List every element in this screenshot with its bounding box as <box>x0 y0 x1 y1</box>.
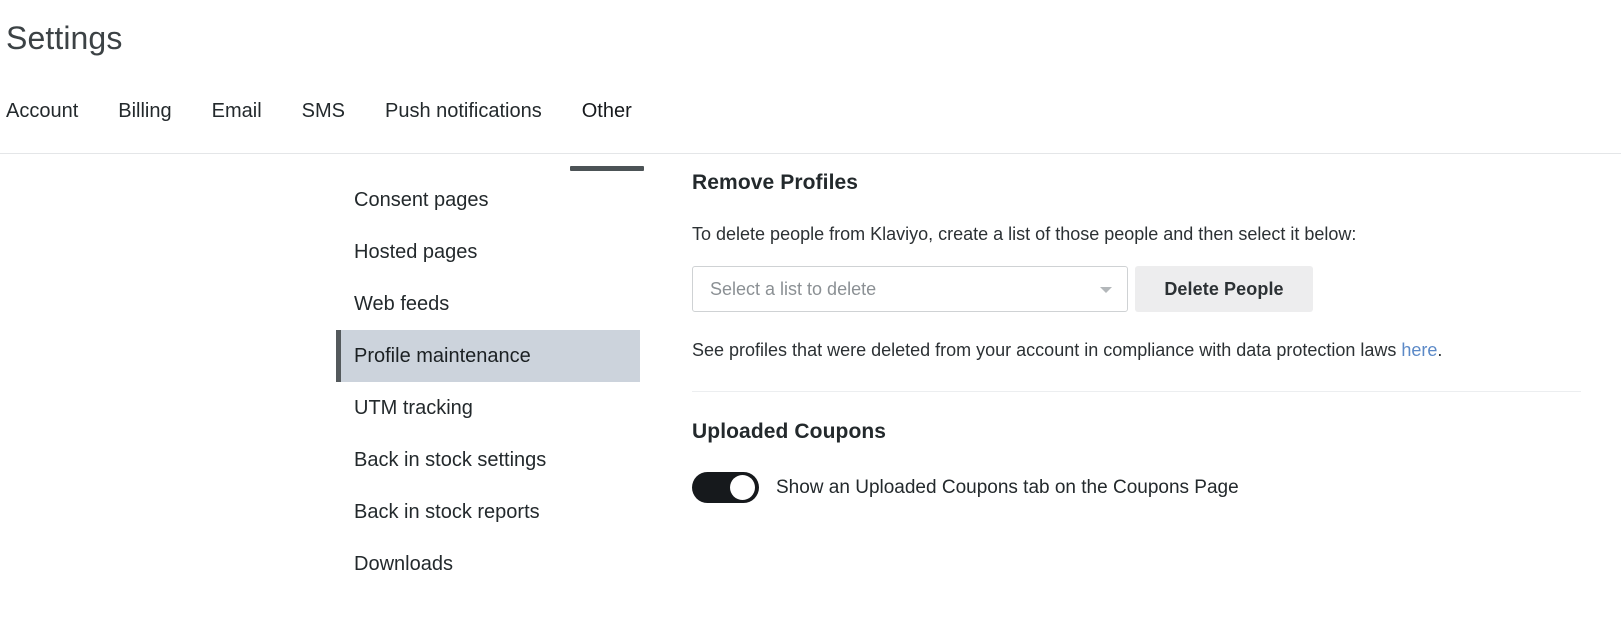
settings-side-nav: Consent pages Hosted pages Web feeds Pro… <box>0 168 640 590</box>
list-select-placeholder: Select a list to delete <box>710 279 877 299</box>
remove-profiles-section: Remove Profiles To delete people from Kl… <box>692 170 1581 361</box>
delete-people-button[interactable]: Delete People <box>1135 266 1313 312</box>
deleted-profiles-note-suffix: . <box>1437 340 1443 360</box>
tab-email[interactable]: Email <box>192 91 282 123</box>
remove-profiles-heading: Remove Profiles <box>692 171 859 194</box>
content-area: Consent pages Hosted pages Web feeds Pro… <box>0 154 1621 590</box>
uploaded-coupons-toggle-row: Show an Uploaded Coupons tab on the Coup… <box>692 472 1581 503</box>
main-panel: Remove Profiles To delete people from Kl… <box>640 168 1621 503</box>
sidebar-item-back-in-stock-settings[interactable]: Back in stock settings <box>336 434 640 486</box>
uploaded-coupons-toggle-label: Show an Uploaded Coupons tab on the Coup… <box>776 477 1239 498</box>
uploaded-coupons-section: Uploaded Coupons Show an Uploaded Coupon… <box>692 392 1581 503</box>
tab-push-notifications[interactable]: Push notifications <box>365 91 562 123</box>
deleted-profiles-note: See profiles that were deleted from your… <box>692 339 1581 361</box>
sidebar-item-hosted-pages[interactable]: Hosted pages <box>336 226 640 278</box>
remove-profiles-controls: Select a list to delete Delete People <box>692 266 1581 312</box>
sidebar-item-web-feeds[interactable]: Web feeds <box>336 278 640 330</box>
uploaded-coupons-heading: Uploaded Coupons <box>692 420 887 443</box>
tab-other[interactable]: Other <box>562 91 652 171</box>
page-header: Settings <box>0 0 1621 58</box>
deleted-profiles-link[interactable]: here <box>1401 340 1437 360</box>
remove-profiles-description: To delete people from Klaviyo, create a … <box>692 224 1357 244</box>
tab-sms[interactable]: SMS <box>282 91 365 123</box>
deleted-profiles-note-text: See profiles that were deleted from your… <box>692 340 1402 360</box>
toggle-knob <box>730 475 755 500</box>
settings-tab-bar: Account Billing Email SMS Push notificat… <box>0 91 1621 171</box>
sidebar-item-consent-pages[interactable]: Consent pages <box>336 174 640 226</box>
list-select[interactable]: Select a list to delete <box>692 266 1128 312</box>
sidebar-item-downloads[interactable]: Downloads <box>336 538 640 590</box>
page-title: Settings <box>6 20 123 56</box>
tab-billing[interactable]: Billing <box>98 91 191 123</box>
sidebar-item-profile-maintenance[interactable]: Profile maintenance <box>336 330 640 382</box>
uploaded-coupons-toggle[interactable] <box>692 472 759 503</box>
tab-account[interactable]: Account <box>2 91 98 123</box>
chevron-down-icon <box>1100 287 1112 293</box>
sidebar-item-utm-tracking[interactable]: UTM tracking <box>336 382 640 434</box>
sidebar-item-back-in-stock-reports[interactable]: Back in stock reports <box>336 486 640 538</box>
